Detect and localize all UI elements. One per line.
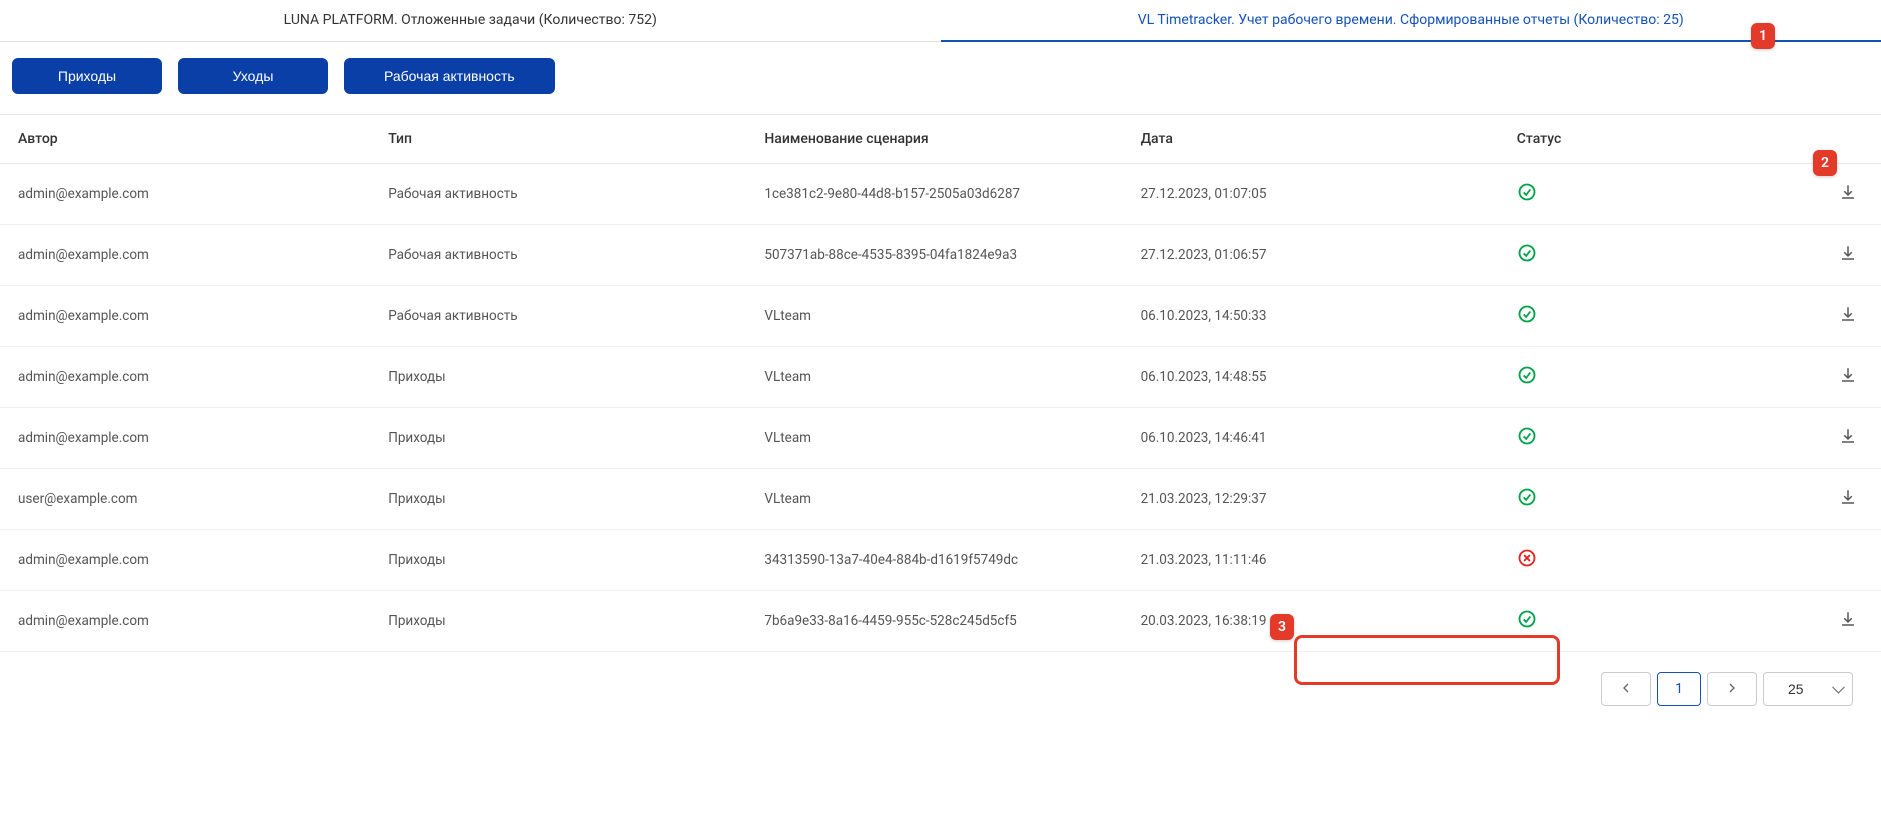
cell-date: 06.10.2023, 14:46:41	[1129, 408, 1505, 469]
cell-download	[1806, 530, 1881, 591]
cell-scenario: 1ce381c2-9e80-44d8-b157-2505a03d6287	[752, 164, 1128, 225]
col-author[interactable]: Автор	[0, 115, 376, 164]
cell-date: 21.03.2023, 11:11:46	[1129, 530, 1505, 591]
status-success-icon	[1517, 487, 1537, 507]
table-row: user@example.comПриходыVLteam21.03.2023,…	[0, 469, 1881, 530]
callout-1: 1	[1751, 23, 1775, 49]
activity-button[interactable]: Рабочая активность	[344, 58, 555, 94]
cell-download	[1806, 286, 1881, 347]
cell-type: Приходы	[376, 591, 752, 652]
cell-date: 21.03.2023, 12:29:37	[1129, 469, 1505, 530]
status-success-icon	[1517, 243, 1537, 263]
cell-date: 27.12.2023, 01:06:57	[1129, 225, 1505, 286]
cell-status	[1505, 469, 1806, 530]
table-row: admin@example.comРабочая активность50737…	[0, 225, 1881, 286]
col-type[interactable]: Тип	[376, 115, 752, 164]
departures-button[interactable]: Уходы	[178, 58, 328, 94]
cell-status	[1505, 530, 1806, 591]
cell-author: admin@example.com	[0, 530, 376, 591]
cell-type: Приходы	[376, 347, 752, 408]
download-icon[interactable]	[1839, 610, 1857, 628]
cell-status	[1505, 225, 1806, 286]
cell-date: 20.03.2023, 16:38:19	[1129, 591, 1505, 652]
cell-author: admin@example.com	[0, 347, 376, 408]
status-success-icon	[1517, 182, 1537, 202]
table-row: admin@example.comПриходы34313590-13a7-40…	[0, 530, 1881, 591]
cell-author: admin@example.com	[0, 408, 376, 469]
pager-prev[interactable]	[1601, 672, 1651, 706]
chevron-right-icon	[1724, 680, 1740, 699]
cell-author: admin@example.com	[0, 286, 376, 347]
col-status[interactable]: Статус	[1505, 115, 1806, 164]
cell-type: Приходы	[376, 530, 752, 591]
tabs-bar: LUNA PLATFORM. Отложенные задачи (Количе…	[0, 0, 1881, 42]
toolbar: Приходы Уходы Рабочая активность	[0, 42, 1881, 114]
cell-scenario: VLteam	[752, 347, 1128, 408]
cell-scenario: VLteam	[752, 408, 1128, 469]
pager-next[interactable]	[1707, 672, 1757, 706]
callout-2: 2	[1813, 150, 1837, 176]
cell-type: Приходы	[376, 469, 752, 530]
cell-type: Приходы	[376, 408, 752, 469]
cell-download	[1806, 347, 1881, 408]
cell-status	[1505, 591, 1806, 652]
cell-type: Рабочая активность	[376, 225, 752, 286]
cell-status	[1505, 286, 1806, 347]
status-success-icon	[1517, 365, 1537, 385]
download-icon[interactable]	[1839, 366, 1857, 384]
cell-author: user@example.com	[0, 469, 376, 530]
cell-date: 27.12.2023, 01:07:05	[1129, 164, 1505, 225]
cell-scenario: VLteam	[752, 286, 1128, 347]
cell-status	[1505, 408, 1806, 469]
cell-type: Рабочая активность	[376, 164, 752, 225]
cell-status	[1505, 164, 1806, 225]
status-success-icon	[1517, 304, 1537, 324]
cell-scenario: 34313590-13a7-40e4-884b-d1619f5749dc	[752, 530, 1128, 591]
tab-left[interactable]: LUNA PLATFORM. Отложенные задачи (Количе…	[0, 0, 941, 41]
cell-author: admin@example.com	[0, 164, 376, 225]
download-icon[interactable]	[1839, 305, 1857, 323]
download-icon[interactable]	[1839, 244, 1857, 262]
cell-scenario: 507371ab-88ce-4535-8395-04fa1824e9a3	[752, 225, 1128, 286]
table-row: admin@example.comПриходыVLteam06.10.2023…	[0, 347, 1881, 408]
table-row: admin@example.comРабочая активность1ce38…	[0, 164, 1881, 225]
cell-date: 06.10.2023, 14:48:55	[1129, 347, 1505, 408]
cell-type: Рабочая активность	[376, 286, 752, 347]
status-success-icon	[1517, 609, 1537, 629]
pager-page-size[interactable]: 25	[1763, 672, 1853, 706]
table-row: admin@example.comРабочая активностьVLtea…	[0, 286, 1881, 347]
download-icon[interactable]	[1839, 427, 1857, 445]
cell-download	[1806, 469, 1881, 530]
arrivals-button[interactable]: Приходы	[12, 58, 162, 94]
pager: 1 25	[0, 652, 1881, 726]
tab-right[interactable]: VL Timetracker. Учет рабочего времени. С…	[941, 0, 1881, 42]
download-icon[interactable]	[1839, 488, 1857, 506]
pager-current-page[interactable]: 1	[1657, 672, 1701, 706]
cell-download	[1806, 225, 1881, 286]
cell-scenario: 7b6a9e33-8a16-4459-955c-528c245d5cf5	[752, 591, 1128, 652]
col-scenario[interactable]: Наименование сценария	[752, 115, 1128, 164]
table-row: admin@example.comПриходы7b6a9e33-8a16-44…	[0, 591, 1881, 652]
callout-3: 3	[1270, 614, 1294, 640]
chevron-left-icon	[1618, 680, 1634, 699]
status-success-icon	[1517, 426, 1537, 446]
status-error-icon	[1517, 548, 1537, 568]
cell-download	[1806, 591, 1881, 652]
cell-download	[1806, 408, 1881, 469]
col-date[interactable]: Дата	[1129, 115, 1505, 164]
cell-author: admin@example.com	[0, 591, 376, 652]
cell-status	[1505, 347, 1806, 408]
table-row: admin@example.comПриходыVLteam06.10.2023…	[0, 408, 1881, 469]
cell-scenario: VLteam	[752, 469, 1128, 530]
cell-date: 06.10.2023, 14:50:33	[1129, 286, 1505, 347]
download-icon[interactable]	[1839, 183, 1857, 201]
reports-table: Автор Тип Наименование сценария Дата Ста…	[0, 114, 1881, 652]
cell-author: admin@example.com	[0, 225, 376, 286]
